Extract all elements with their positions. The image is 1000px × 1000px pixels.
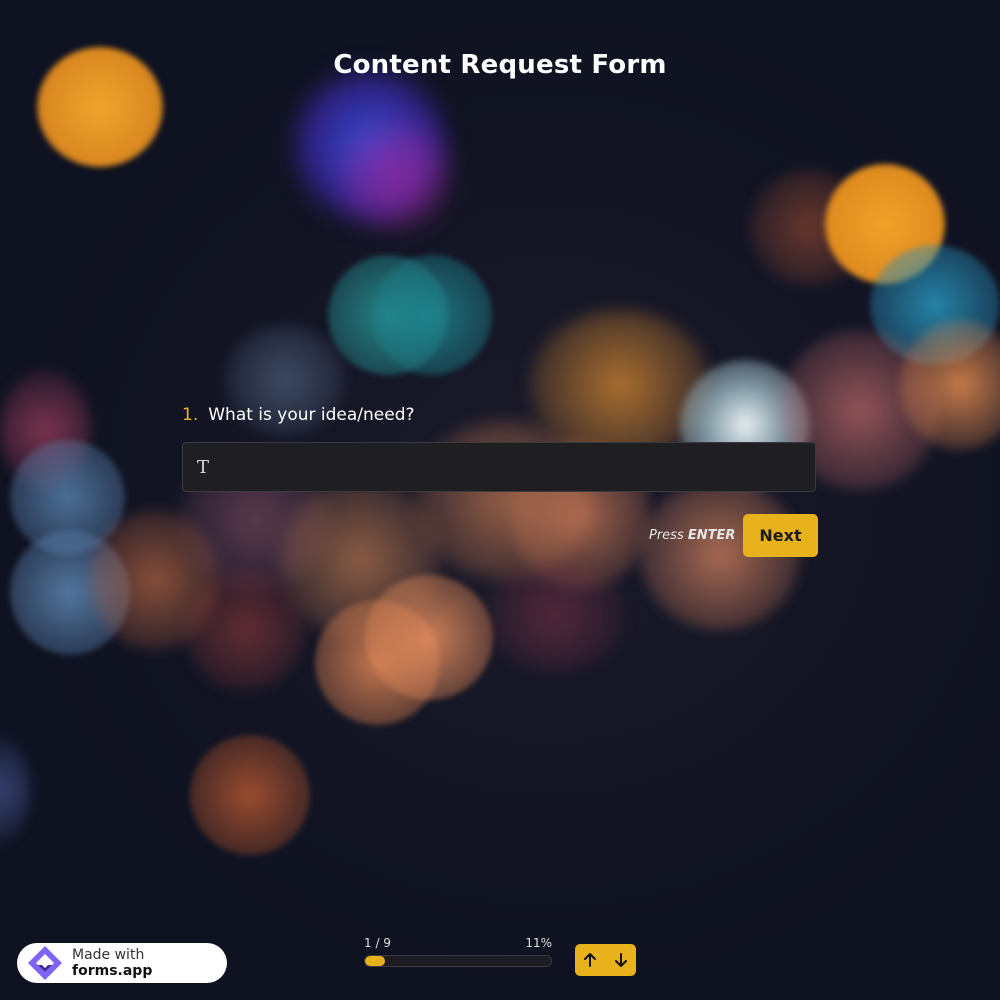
bokeh-background [0,0,1000,1000]
badge-text: Made with forms.app [72,947,227,979]
badge-prefix: Made with [72,947,145,963]
next-button[interactable]: Next [743,514,818,557]
answer-input[interactable] [219,442,815,492]
progress-track [364,955,552,967]
hint-press-text: Press [649,528,684,543]
made-with-badge[interactable]: Made with forms.app [17,943,227,983]
hint-key-text: ENTER [687,528,736,543]
answer-field[interactable]: T [182,442,816,492]
progress-percent: 11% [525,936,552,950]
text-type-icon: T [197,456,210,478]
question-label: 1. What is your idea/need? [182,405,415,425]
question-nav [575,944,636,976]
arrow-down-icon [614,953,627,967]
next-question-button[interactable] [606,944,637,976]
progress-fill [365,956,386,966]
progress-indicator: 1 / 9 11% [364,936,552,967]
arrow-up-icon [584,953,597,967]
forms-app-logo-icon [25,943,65,983]
progress-labels: 1 / 9 11% [364,936,552,950]
badge-brand: forms.app [72,963,153,979]
form-title: Content Request Form [333,50,667,80]
question-text: What is your idea/need? [208,405,415,425]
press-enter-hint: Press ENTER [649,528,735,543]
question-number: 1. [182,405,199,425]
previous-question-button[interactable] [575,944,606,976]
progress-step: 1 / 9 [364,936,391,950]
